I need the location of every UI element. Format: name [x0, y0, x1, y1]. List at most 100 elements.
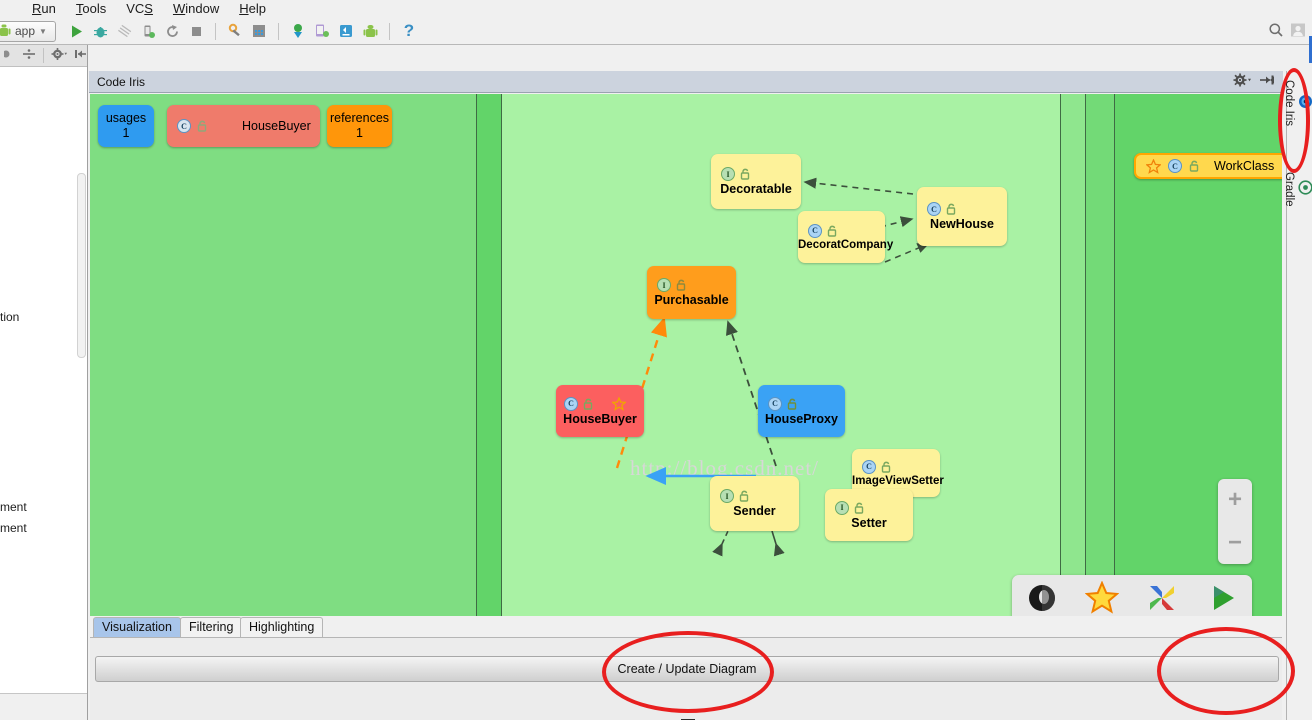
node-icons: I — [710, 489, 799, 503]
rerun-icon[interactable] — [162, 21, 182, 41]
coverage-icon[interactable] — [114, 21, 134, 41]
tab-visualization[interactable]: Visualization — [93, 617, 181, 637]
toolbar-separator — [215, 22, 216, 40]
canvas-icon-bar — [1012, 575, 1252, 616]
collapse-all-icon[interactable] — [2, 47, 15, 64]
user-avatar-icon[interactable] — [1290, 22, 1306, 41]
left-panel-toolbar — [0, 45, 87, 67]
diagram-canvas[interactable]: http://blog.csdn.net/ I Decoratable C Ne… — [90, 94, 1282, 616]
menu-item-window[interactable]: Window — [163, 0, 229, 18]
attach-debugger-icon[interactable] — [138, 21, 158, 41]
tab-filtering[interactable]: Filtering — [180, 617, 243, 637]
left-panel-footer — [0, 693, 87, 720]
diagram-node-sender[interactable]: I Sender — [710, 476, 799, 531]
node-label: Sender — [733, 504, 776, 518]
sidebar-tab-gradle[interactable]: Gradle — [1283, 168, 1312, 207]
zoom-in-button[interactable]: + — [1228, 488, 1242, 512]
hide-panel-icon[interactable] — [74, 47, 87, 64]
node-icons: C — [758, 396, 845, 411]
node-label: Decoratable — [720, 182, 792, 196]
package-region[interactable] — [1060, 94, 1086, 616]
class-badge-icon: C — [927, 202, 941, 216]
android-icon[interactable] — [360, 21, 380, 41]
star-favorite-icon[interactable] — [1084, 579, 1120, 617]
run-config-label: app — [15, 24, 36, 38]
lock-icon — [676, 279, 686, 291]
search-icon[interactable] — [1268, 22, 1284, 41]
tab-highlighting[interactable]: Highlighting — [240, 617, 324, 637]
sdk-download-icon[interactable] — [336, 21, 356, 41]
diagram-node-setter[interactable]: I Setter — [825, 489, 913, 541]
play-layout-icon[interactable] — [1205, 581, 1239, 617]
node-icons: I — [825, 500, 913, 515]
settings-gear-icon[interactable] — [51, 47, 67, 64]
node-icons: C — [852, 459, 940, 474]
tooltip-workclass-label: WorkClass — [1214, 158, 1275, 173]
reset-view-icon[interactable] — [1025, 581, 1059, 617]
class-badge-icon: C — [564, 396, 578, 411]
code-iris-tool-window: Code Iris http://blog.csdn.net/ I Decora… — [89, 71, 1283, 720]
lock-icon — [739, 490, 749, 502]
tooltip-references-count: 1 — [356, 126, 363, 140]
node-icons: C — [917, 202, 1007, 216]
package-region[interactable] — [90, 94, 477, 616]
menu-item-vcs[interactable]: VCS — [116, 0, 163, 18]
node-icons: C — [798, 223, 885, 238]
run-configuration-selector[interactable]: app ▼ — [0, 20, 56, 42]
run-icon[interactable] — [66, 21, 86, 41]
lock-icon — [881, 461, 891, 473]
chevron-down-icon[interactable]: ▼ — [39, 27, 47, 36]
node-label: HouseBuyer — [563, 411, 637, 426]
settings-gear-icon[interactable] — [1233, 73, 1251, 90]
lock-icon — [1189, 160, 1199, 172]
device-monitor-icon[interactable] — [312, 21, 332, 41]
node-icons: C — [556, 396, 644, 411]
lock-icon — [854, 502, 864, 514]
annotation-ellipse-class-view — [1157, 627, 1295, 715]
toolbar-separator — [389, 22, 390, 40]
sdk-manager-icon[interactable] — [225, 21, 245, 41]
tool-window-title: Code Iris — [97, 74, 146, 89]
expand-arrows-icon[interactable] — [1145, 581, 1179, 617]
star-favorite-icon — [1146, 158, 1161, 174]
lock-icon — [827, 225, 837, 237]
sidebar-tab-gradle-label: Gradle — [1283, 172, 1295, 207]
diagram-node-houseproxy[interactable]: C HouseProxy — [758, 385, 845, 437]
menu-item-run[interactable]: Run — [22, 0, 66, 18]
menu-item-tools[interactable]: Tools — [66, 0, 116, 18]
node-icons: I — [711, 167, 801, 181]
menu-item-help[interactable]: Help — [229, 0, 276, 18]
diagram-node-purchasable[interactable]: I Purchasable — [647, 266, 736, 319]
avd-manager-icon[interactable] — [249, 21, 269, 41]
diagram-node-decoratcompany[interactable]: C DecoratCompany — [798, 211, 893, 263]
node-icons: I — [647, 278, 736, 292]
annotation-ellipse-code-iris — [1278, 68, 1310, 173]
diagram-node-decoratable[interactable]: I Decoratable — [711, 154, 801, 209]
stop-icon[interactable] — [186, 21, 206, 41]
tooltip-references-label: references — [329, 111, 390, 125]
package-region[interactable] — [1085, 94, 1115, 616]
interface-badge-icon: I — [721, 167, 735, 181]
tooltip-usages-label: usages — [105, 111, 147, 125]
diagram-node-newhouse[interactable]: C NewHouse — [917, 187, 1007, 246]
class-badge-icon: C — [862, 459, 876, 474]
node-label: Setter — [851, 515, 887, 530]
toolbar-right-group — [1268, 22, 1312, 41]
tooltip-usages: usages 1 — [98, 105, 154, 147]
expand-all-icon[interactable] — [22, 47, 36, 64]
zoom-controls: + − — [1218, 479, 1252, 564]
left-panel-body: tion ment ment — [0, 68, 87, 692]
class-badge-icon: C — [1168, 159, 1182, 173]
hide-window-icon[interactable] — [1259, 73, 1275, 90]
left-panel-scrollbar[interactable] — [77, 173, 86, 358]
class-badge-icon: C — [177, 119, 191, 133]
help-icon[interactable]: ? — [399, 21, 419, 41]
lock-icon — [197, 120, 207, 132]
sync-gradle-icon[interactable] — [288, 21, 308, 41]
debug-icon[interactable] — [90, 21, 110, 41]
tooltip-node-label: HouseBuyer — [242, 118, 311, 133]
diagram-node-housebuyer[interactable]: C HouseBuyer — [556, 385, 644, 437]
zoom-out-button[interactable]: − — [1228, 530, 1242, 554]
node-label: ImageViewSetter — [852, 474, 944, 487]
toolbar-separator — [278, 22, 279, 40]
